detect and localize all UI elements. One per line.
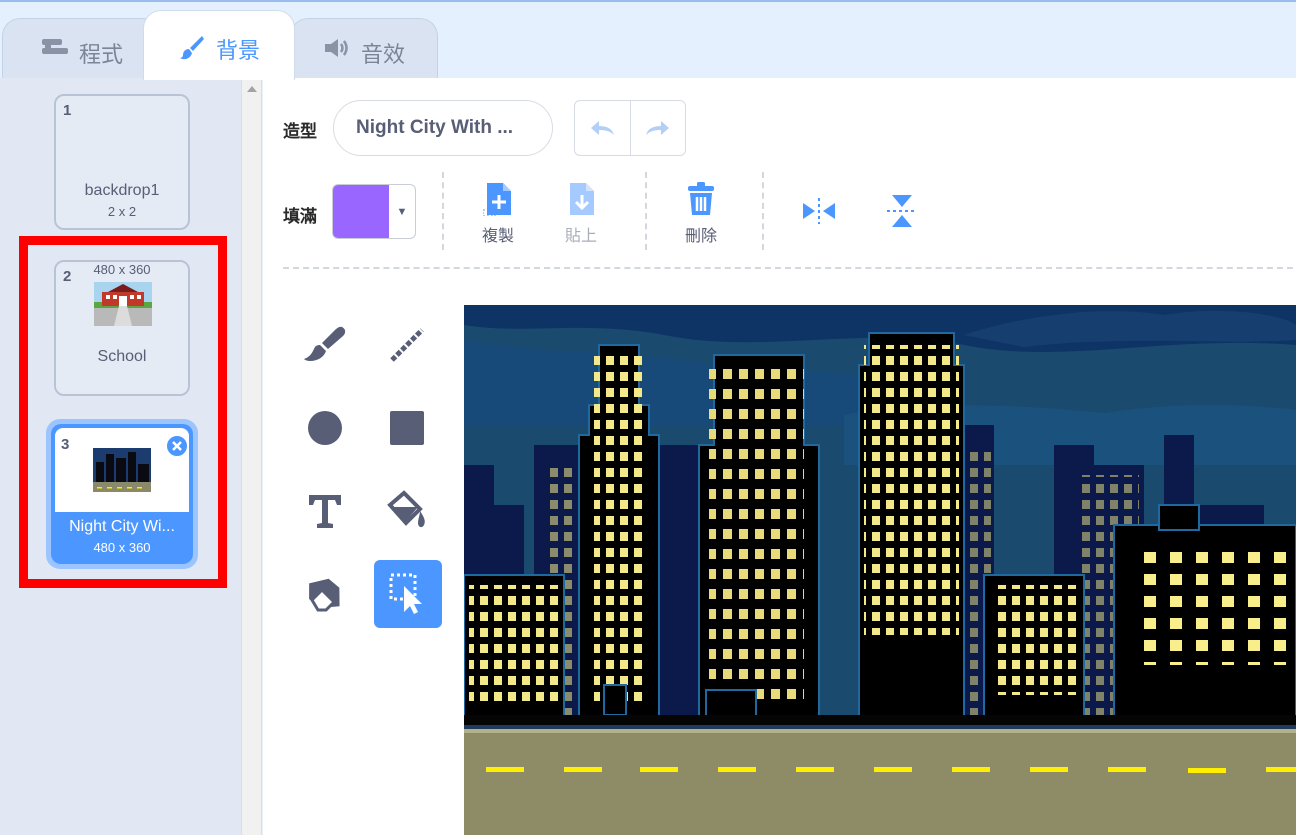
scroll-up-arrow-icon[interactable] — [247, 86, 257, 92]
copy-label: 複製 — [481, 228, 514, 245]
speaker-icon — [323, 37, 351, 59]
line-icon — [390, 328, 424, 362]
rectangle-tool[interactable] — [374, 395, 440, 461]
tab-code[interactable]: 程式 — [2, 18, 162, 80]
annotation-highlight-box — [19, 236, 227, 588]
tab-backdrops-label: 背景 — [215, 38, 260, 63]
paintbrush-icon — [178, 33, 206, 61]
select-arrow-icon — [389, 573, 422, 614]
code-blocks-icon — [41, 37, 69, 57]
fill-color-swatch — [333, 185, 389, 238]
paint-canvas[interactable] — [464, 305, 1296, 835]
backdrop-name: backdrop1 — [84, 182, 160, 199]
fill-tool[interactable] — [374, 478, 440, 544]
copy-button[interactable]: 複製 — [468, 180, 528, 246]
line-tool[interactable] — [374, 312, 440, 378]
redo-button[interactable] — [629, 101, 686, 155]
toolbar-divider — [645, 172, 647, 250]
delete-button[interactable]: 刪除 — [671, 180, 731, 246]
tab-sounds[interactable]: 音效 — [290, 18, 438, 80]
night-city-backdrop-image — [464, 305, 1296, 835]
select-tool[interactable] — [374, 560, 442, 628]
undo-redo-group — [574, 100, 686, 156]
fill-color-picker[interactable]: ▼ — [332, 184, 416, 239]
paste-label: 貼上 — [564, 228, 597, 245]
paste-icon — [551, 180, 611, 218]
backdrop-size: 2 x 2 — [107, 204, 137, 219]
brush-icon — [304, 326, 346, 361]
flip-vertical-icon — [887, 195, 917, 227]
backdrop-item-backdrop1[interactable]: 1 backdrop1 2 x 2 — [54, 94, 190, 230]
flip-horizontal-button[interactable] — [800, 196, 838, 231]
undo-button[interactable] — [575, 101, 630, 155]
costume-label: 造型 — [283, 122, 317, 141]
copy-icon — [468, 180, 528, 218]
eraser-tool[interactable] — [292, 561, 358, 627]
fill-label: 填滿 — [283, 207, 317, 226]
redo-icon — [645, 121, 669, 135]
tab-backdrops[interactable]: 背景 — [143, 10, 295, 80]
tab-sounds-label: 音效 — [360, 42, 405, 67]
text-tool[interactable] — [292, 478, 358, 544]
toolbar-separator — [283, 267, 1293, 269]
paint-bucket-icon — [387, 490, 425, 528]
caret-down-icon: ▼ — [396, 205, 408, 218]
eraser-icon — [309, 578, 340, 612]
flip-vertical-button[interactable] — [885, 192, 919, 235]
toolbar-divider — [762, 172, 764, 250]
toolbar-divider — [442, 172, 444, 250]
flip-horizontal-icon — [803, 198, 835, 224]
circle-icon — [308, 411, 342, 445]
paste-button[interactable]: 貼上 — [551, 180, 611, 246]
rectangle-icon — [390, 411, 424, 445]
backdrop-number: 1 — [63, 102, 72, 119]
trash-icon — [671, 180, 731, 218]
delete-label: 刪除 — [684, 228, 717, 245]
undo-icon — [591, 121, 615, 135]
costume-name-input[interactable]: Night City With ... — [333, 100, 553, 156]
tab-code-label: 程式 — [78, 42, 123, 67]
text-icon — [309, 495, 341, 528]
brush-tool[interactable] — [292, 312, 358, 378]
backdrop-list-scrollbar[interactable] — [242, 78, 262, 835]
circle-tool[interactable] — [292, 395, 358, 461]
